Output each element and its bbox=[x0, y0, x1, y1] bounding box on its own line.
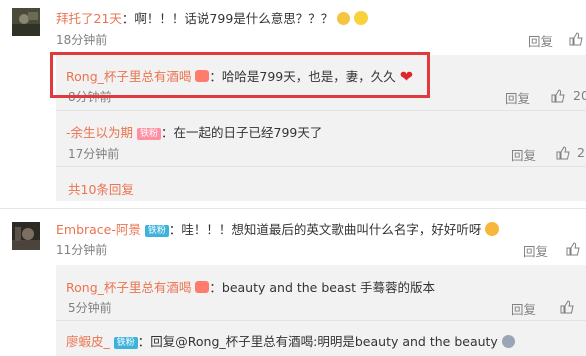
reply-line: Rong_杯子里总有酒喝 ：beauty and the beast 手蓦蓉的版… bbox=[66, 280, 436, 295]
reply-line: 廖蝦皮_ 铁粉 ：回复@Rong_杯子里总有酒喝:明明是beauty and th… bbox=[66, 331, 515, 350]
fan-badge: 铁粉 bbox=[137, 128, 162, 140]
username[interactable]: 拜托了21天 bbox=[56, 11, 122, 26]
comment-text: 啊！！！话说799是什么意思？？？ bbox=[134, 11, 334, 26]
username[interactable]: 廖蝦皮_ bbox=[66, 334, 110, 349]
username[interactable]: Rong_杯子里总有酒喝 bbox=[66, 280, 191, 295]
emoji-icon bbox=[485, 222, 500, 236]
like-icon[interactable] bbox=[566, 242, 580, 259]
highlight-box bbox=[50, 52, 430, 98]
like-count: 2 bbox=[577, 145, 585, 160]
emoji-icon bbox=[501, 335, 515, 348]
reply-text: beauty and the beast 手蓦蓉的版本 bbox=[221, 280, 436, 295]
reply-button[interactable]: 回复 bbox=[505, 88, 530, 107]
comment-line: Embrace-阿景 铁粉 ：哇！！！想知道最后的英文歌曲叫什么名字，好好听呀 bbox=[56, 219, 500, 238]
comment-time: 18分钟前 bbox=[56, 33, 108, 47]
comment-text: 哇！！！想知道最后的英文歌曲叫什么名字，好好听呀 bbox=[181, 222, 482, 237]
like-icon[interactable] bbox=[560, 300, 574, 317]
comment-line: 拜托了21天：啊！！！话说799是什么意思？？？ bbox=[56, 8, 369, 27]
divider bbox=[56, 110, 586, 111]
like-icon[interactable] bbox=[556, 146, 570, 163]
avatar[interactable] bbox=[12, 222, 40, 250]
fan-badge: 铁粉 bbox=[113, 337, 138, 349]
reply-button[interactable]: 回复 bbox=[528, 31, 553, 50]
reply-button[interactable]: 回复 bbox=[511, 299, 536, 318]
fan-badge-icon bbox=[195, 281, 210, 293]
username[interactable]: Embrace-阿景 bbox=[56, 222, 141, 237]
divider bbox=[0, 208, 586, 209]
more-replies-link[interactable]: 共10条回复 bbox=[68, 179, 134, 198]
like-count: 20 bbox=[573, 88, 586, 103]
reply-button[interactable]: 回复 bbox=[511, 145, 536, 164]
avatar[interactable] bbox=[12, 8, 40, 36]
reply-text: 回复@Rong_杯子里总有酒喝:明明是beauty and the beauty bbox=[150, 334, 498, 349]
reply-time: 5分钟前 bbox=[68, 301, 112, 315]
divider bbox=[56, 320, 586, 321]
like-icon[interactable] bbox=[551, 89, 565, 106]
reply-button[interactable]: 回复 bbox=[523, 241, 548, 260]
emoji-icon bbox=[354, 11, 369, 25]
username[interactable]: -余生以为期 bbox=[66, 125, 133, 140]
emoji-icon bbox=[337, 12, 351, 25]
divider bbox=[56, 166, 586, 167]
reply-time: 17分钟前 bbox=[68, 147, 120, 161]
reply-line: -余生以为期 铁粉 ：在一起的日子已经799天了 bbox=[66, 125, 323, 140]
comment-time: 11分钟前 bbox=[56, 243, 108, 257]
fan-badge: 铁粉 bbox=[144, 225, 169, 237]
like-icon[interactable] bbox=[569, 32, 583, 49]
reply-text: 在一起的日子已经799天了 bbox=[173, 125, 323, 140]
